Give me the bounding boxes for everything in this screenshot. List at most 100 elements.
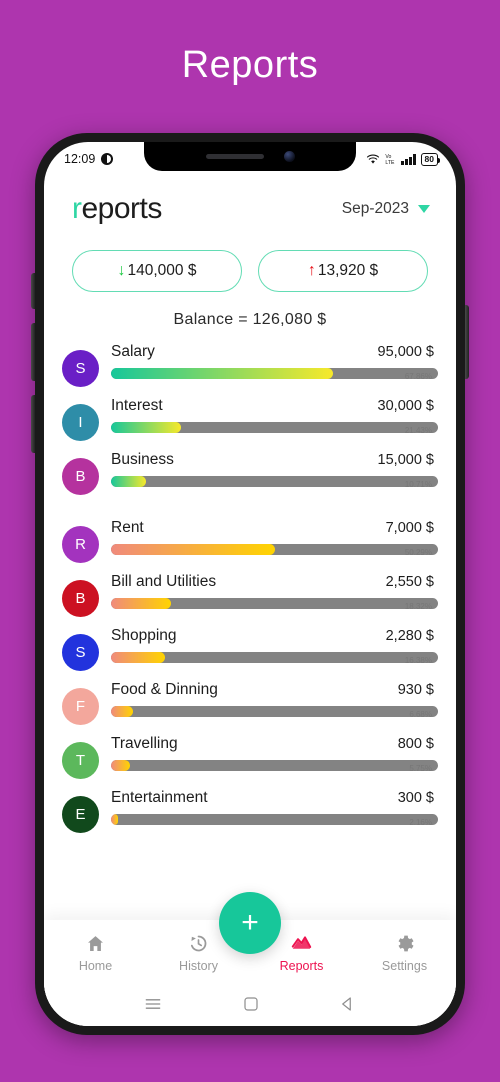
category-row[interactable]: B Bill and Utilities 2,550 $ 18.32% (62, 573, 438, 617)
category-body: Interest 30,000 $ 21.43% (111, 397, 438, 433)
category-progress-fill (111, 544, 276, 555)
phone-button-power (465, 305, 469, 379)
category-avatar: B (62, 458, 99, 495)
expense-amount: 13,920 $ (317, 262, 379, 279)
category-row[interactable]: I Interest 30,000 $ 21.43% (62, 397, 438, 441)
category-amount: 95,000 $ (377, 344, 434, 360)
category-row[interactable]: T Travelling 800 $ 5.75% (62, 735, 438, 779)
category-name: Travelling (111, 735, 178, 752)
svg-text:Vo: Vo (385, 154, 391, 160)
category-avatar: E (62, 796, 99, 833)
system-navigation-bar (44, 982, 456, 1026)
category-row[interactable]: S Salary 95,000 $ 67.86% (62, 343, 438, 387)
expense-pill[interactable]: ↑ 13,920 $ (258, 250, 428, 292)
category-row[interactable]: B Business 15,000 $ 10.71% (62, 451, 438, 495)
month-filter-dropdown[interactable]: Sep-2023 (342, 200, 430, 218)
category-percent: 21.43% (404, 426, 432, 433)
phone-button-mute (31, 273, 35, 309)
phone-frame: 12:09 Vo LTE 80 reports Sep-2023 ↓ 140,0… (31, 130, 469, 1038)
category-percent: 67.86% (404, 372, 432, 379)
category-name: Salary (111, 343, 155, 360)
app-title: reports (72, 192, 162, 226)
category-amount: 15,000 $ (377, 452, 434, 468)
phone-screen: 12:09 Vo LTE 80 reports Sep-2023 ↓ 140,0… (44, 142, 456, 1026)
category-name: Shopping (111, 627, 177, 644)
wifi-icon (366, 154, 380, 164)
earpiece-speaker (205, 154, 264, 159)
home-icon (88, 936, 103, 951)
income-amount: 140,000 $ (127, 262, 197, 279)
balance-label: Balance = 126,080 $ (173, 311, 327, 328)
category-avatar: S (62, 350, 99, 387)
category-avatar: I (62, 404, 99, 441)
nav-label-reports: Reports (279, 959, 324, 973)
category-progress-track: 6.68% (111, 706, 438, 717)
category-name: Bill and Utilities (111, 573, 217, 590)
category-row[interactable]: E Entertainment 300 $ 2.16% (62, 789, 438, 833)
category-amount: 800 $ (397, 736, 434, 752)
nav-item-home[interactable]: Home (44, 933, 147, 973)
category-avatar: R (62, 526, 99, 563)
category-percent: 2.16% (409, 818, 432, 825)
category-body: Food & Dinning 930 $ 6.68% (111, 681, 438, 717)
nav-item-settings[interactable]: Settings (353, 933, 456, 973)
volte-icon: Vo LTE (385, 154, 395, 165)
category-amount: 2,550 $ (385, 574, 434, 590)
status-bar: 12:09 Vo LTE 80 (44, 142, 456, 176)
category-progress-track: 18.32% (111, 598, 438, 609)
category-avatar: T (62, 742, 99, 779)
nav-label-history: History (179, 959, 218, 973)
category-progress-fill (111, 706, 133, 717)
notch (144, 142, 356, 171)
category-amount: 300 $ (397, 790, 434, 806)
plus-icon: + (241, 906, 259, 939)
triangle-back-icon[interactable] (339, 995, 357, 1013)
square-icon[interactable] (242, 995, 260, 1013)
page-title: Reports (181, 44, 319, 86)
nav-label-settings: Settings (381, 959, 428, 973)
category-name: Entertainment (111, 789, 208, 806)
app-header: reports Sep-2023 (44, 176, 456, 232)
category-percent: 16.38% (404, 656, 432, 663)
category-body: Salary 95,000 $ 67.86% (111, 343, 438, 379)
phone-button-volume-down (31, 395, 35, 453)
category-body: Travelling 800 $ 5.75% (111, 735, 438, 771)
category-row[interactable]: R Rent 7,000 $ 50.29% (62, 519, 438, 563)
category-progress-track: 21.43% (111, 422, 438, 433)
category-progress-fill (111, 652, 165, 663)
month-filter-label: Sep-2023 (341, 200, 409, 217)
category-progress-fill (111, 476, 147, 487)
category-progress-track: 50.29% (111, 544, 438, 555)
nav-label-home: Home (78, 959, 113, 973)
app-title-accent: r (72, 192, 82, 225)
category-progress-track: 10.71% (111, 476, 438, 487)
category-progress-fill (111, 422, 182, 433)
category-progress-fill (111, 760, 130, 771)
front-camera (283, 151, 295, 162)
income-pill[interactable]: ↓ 140,000 $ (72, 250, 242, 292)
category-percent: 6.68% (409, 710, 432, 717)
category-row[interactable]: F Food & Dinning 930 $ 6.68% (62, 681, 438, 725)
battery-level: 80 (424, 154, 434, 164)
history-icon (190, 935, 207, 952)
group-divider (62, 505, 438, 519)
category-body: Shopping 2,280 $ 16.38% (111, 627, 438, 663)
category-amount: 7,000 $ (385, 520, 434, 536)
category-progress-fill (111, 598, 171, 609)
category-body: Rent 7,000 $ 50.29% (111, 519, 438, 555)
add-transaction-fab[interactable]: + (219, 892, 281, 954)
category-progress-track: 5.75% (111, 760, 438, 771)
category-body: Business 15,000 $ 10.71% (111, 451, 438, 487)
hamburger-icon[interactable] (143, 994, 163, 1014)
category-row[interactable]: S Shopping 2,280 $ 16.38% (62, 627, 438, 671)
category-amount: 2,280 $ (385, 628, 434, 644)
do-not-disturb-icon (101, 153, 114, 165)
category-progress-track: 2.16% (111, 814, 438, 825)
expense-arrow-icon: ↑ (307, 262, 316, 279)
chevron-down-icon (418, 205, 430, 213)
category-avatar: B (62, 580, 99, 617)
category-body: Bill and Utilities 2,550 $ 18.32% (111, 573, 438, 609)
category-percent: 18.32% (404, 602, 432, 609)
category-name: Food & Dinning (111, 681, 218, 698)
svg-text:LTE: LTE (385, 160, 395, 165)
